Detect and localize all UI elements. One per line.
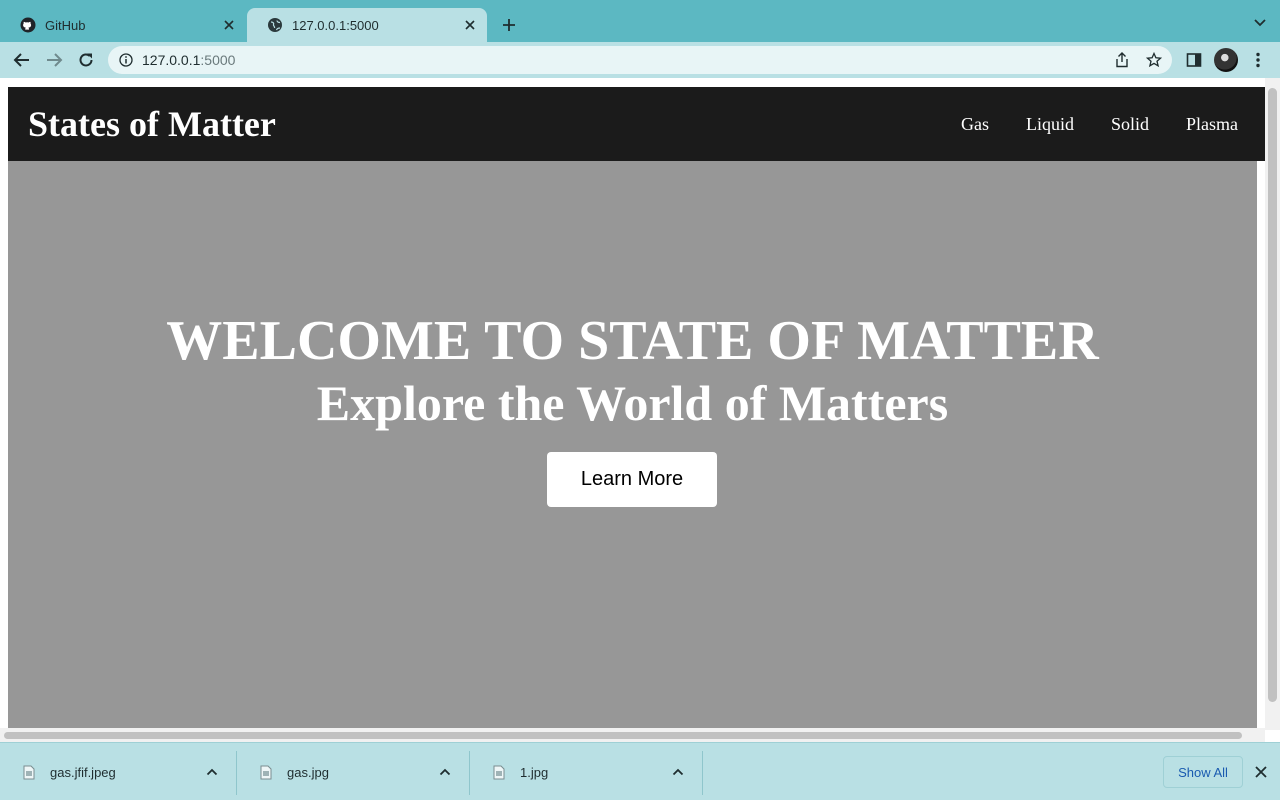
download-item[interactable]: gas.jfif.jpeg (0, 750, 236, 794)
hero-subtitle: Explore the World of Matters (316, 375, 949, 431)
vertical-scroll-thumb[interactable] (1268, 88, 1277, 702)
download-filename: gas.jfif.jpeg (50, 764, 116, 780)
learn-more-button[interactable]: Learn More (547, 452, 717, 507)
site-navbar: States of Matter Gas Liquid Solid Plasma (8, 87, 1265, 161)
url-port: :5000 (200, 52, 236, 68)
nav-link-plasma[interactable]: Plasma (1186, 114, 1238, 135)
chevron-up-icon[interactable] (437, 764, 453, 780)
horizontal-scrollbar[interactable] (0, 728, 1265, 742)
share-icon[interactable] (1114, 52, 1130, 68)
close-icon[interactable] (220, 16, 238, 34)
download-filename: gas.jpg (287, 764, 329, 780)
nav-link-solid[interactable]: Solid (1111, 114, 1149, 135)
address-bar[interactable]: 127.0.0.1:5000 (108, 46, 1172, 74)
hero-title: WELCOME TO STATE OF MATTER (166, 310, 1099, 372)
tab-title: 127.0.0.1:5000 (292, 17, 379, 33)
url-host: 127.0.0.1 (142, 52, 201, 68)
file-icon (259, 764, 273, 780)
chevron-up-icon[interactable] (204, 764, 220, 780)
file-icon (22, 764, 36, 780)
star-icon[interactable] (1146, 52, 1162, 68)
github-icon (20, 17, 36, 33)
nav-link-gas[interactable]: Gas (961, 114, 989, 135)
side-panel-icon[interactable] (1184, 50, 1204, 70)
vertical-scrollbar[interactable] (1265, 78, 1280, 730)
profile-avatar[interactable] (1214, 48, 1238, 72)
chevron-up-icon[interactable] (670, 764, 686, 780)
globe-icon (267, 17, 283, 33)
close-icon[interactable] (461, 16, 479, 34)
chevron-down-icon[interactable] (1252, 15, 1268, 31)
back-arrow-icon[interactable] (12, 50, 32, 70)
download-item[interactable]: gas.jpg (237, 750, 469, 794)
tab-strip: GitHub 127.0.0.1:5000 (0, 0, 1280, 42)
tab-github[interactable]: GitHub (0, 8, 246, 42)
hero-section: WELCOME TO STATE OF MATTER Explore the W… (8, 161, 1257, 728)
show-all-button[interactable]: Show All (1163, 756, 1243, 788)
site-nav-links: Gas Liquid Solid Plasma (924, 87, 1238, 161)
forward-arrow-icon[interactable] (44, 50, 64, 70)
browser-toolbar: 127.0.0.1:5000 (0, 42, 1280, 78)
nav-link-liquid[interactable]: Liquid (1026, 114, 1074, 135)
download-shelf: gas.jfif.jpeg gas.jpg 1.jpg Show All (0, 742, 1280, 800)
tab-title: GitHub (45, 17, 86, 33)
tab-localhost[interactable]: 127.0.0.1:5000 (247, 8, 487, 42)
kebab-menu-icon[interactable] (1248, 50, 1268, 70)
site-logo[interactable]: States of Matter (28, 103, 276, 145)
close-icon[interactable] (1252, 763, 1270, 781)
download-item[interactable]: 1.jpg (470, 750, 702, 794)
page-viewport: States of Matter Gas Liquid Solid Plasma… (0, 78, 1280, 742)
divider (702, 751, 703, 795)
info-icon[interactable] (118, 52, 134, 68)
reload-icon[interactable] (76, 50, 96, 70)
download-filename: 1.jpg (520, 764, 549, 780)
file-icon (492, 764, 506, 780)
new-tab-plus-icon[interactable] (498, 14, 520, 36)
horizontal-scroll-thumb[interactable] (4, 732, 1242, 739)
